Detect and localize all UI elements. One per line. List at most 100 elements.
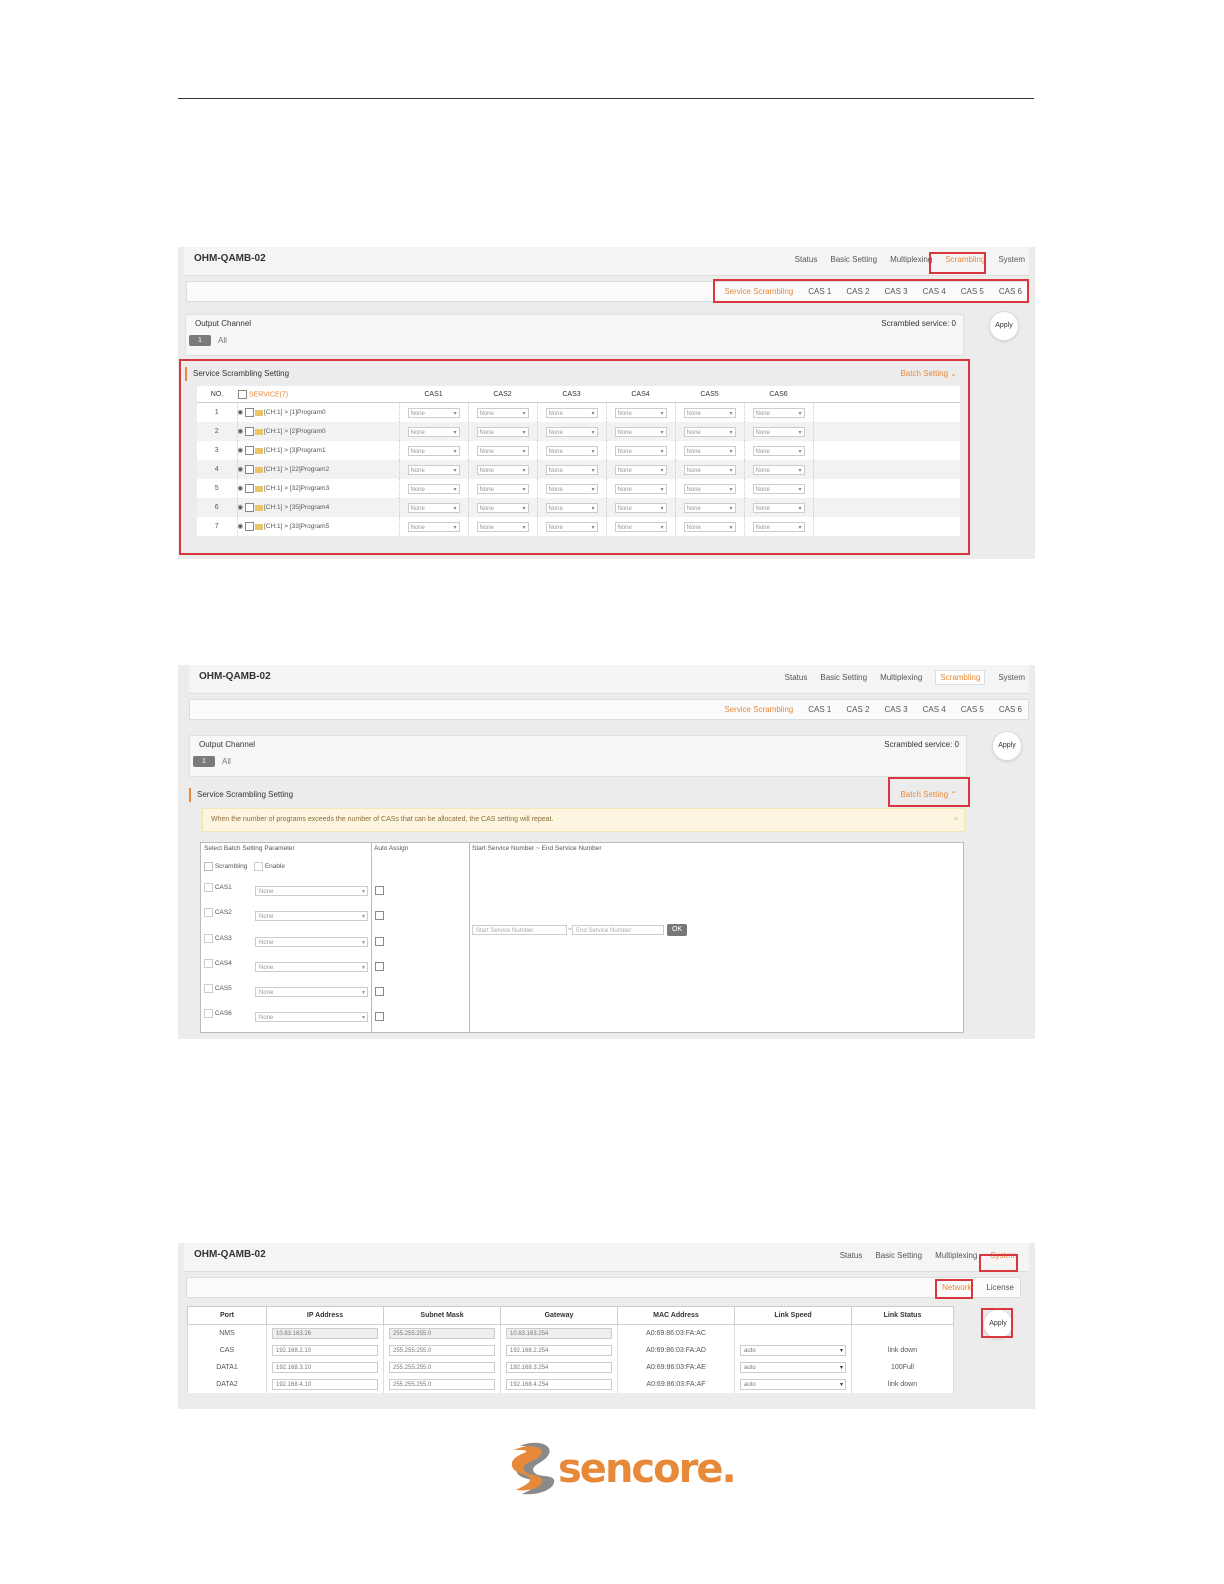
nav-status[interactable]: Status xyxy=(840,1251,863,1260)
sencore-logo: sencore. xyxy=(500,1440,737,1500)
link-speed-select[interactable]: auto xyxy=(740,1362,846,1374)
nav-scrambling[interactable]: Scrambling xyxy=(935,670,986,685)
nav-multiplexing[interactable]: Multiplexing xyxy=(935,1251,977,1260)
channel-all[interactable]: All xyxy=(222,757,231,766)
nav-basic-setting[interactable]: Basic Setting xyxy=(875,1251,922,1260)
batch-cas-select[interactable]: None ▾ xyxy=(255,911,368,921)
tab-cas6[interactable]: CAS 6 xyxy=(999,705,1022,714)
batch-cas-option[interactable]: CAS3 xyxy=(204,934,232,943)
highlight-scrambling-tab xyxy=(929,252,986,274)
mask-input[interactable]: 255.255.255.0 xyxy=(389,1362,495,1373)
channel-chip[interactable]: 1 xyxy=(193,756,215,767)
link-speed-select[interactable]: auto xyxy=(740,1379,846,1391)
nav-basic-setting[interactable]: Basic Setting xyxy=(820,673,867,685)
batch-cas-checkbox[interactable] xyxy=(204,984,213,993)
auto-assign-option[interactable] xyxy=(375,911,384,920)
gateway-input[interactable]: 10.83.163.254 xyxy=(506,1328,612,1339)
ip-input[interactable]: 10.83.163.26 xyxy=(272,1328,378,1339)
gateway-input[interactable]: 192.168.2.254 xyxy=(506,1345,612,1356)
batch-cas-option[interactable]: CAS1 xyxy=(204,883,232,892)
batch-cas-select[interactable]: None ▾ xyxy=(255,962,368,972)
batch-cas-checkbox[interactable] xyxy=(204,908,213,917)
channel-all[interactable]: All xyxy=(218,336,227,345)
ip-input[interactable]: 192.168.3.10 xyxy=(272,1362,378,1373)
auto-assign-option[interactable] xyxy=(375,937,384,946)
batch-cas-select[interactable]: None ▾ xyxy=(255,937,368,947)
tab-service-scrambling[interactable]: Service Scrambling xyxy=(724,705,793,714)
batch-cas-option[interactable]: CAS6 xyxy=(204,1009,232,1018)
enable-checkbox[interactable] xyxy=(254,862,263,871)
auto-assign-checkbox[interactable] xyxy=(375,937,384,946)
screenshot-network: OHM-QAMB-02 Status Basic Setting Multipl… xyxy=(178,1243,1035,1409)
ip-input[interactable]: 192.168.4.10 xyxy=(272,1379,378,1390)
batch-cas-checkbox[interactable] xyxy=(204,883,213,892)
device-title: OHM-QAMB-02 xyxy=(194,253,266,264)
port-cell: DATA1 xyxy=(187,1359,267,1376)
mask-input[interactable]: 255.255.255.0 xyxy=(389,1379,495,1390)
end-service-input[interactable]: End Service Number xyxy=(572,925,664,935)
apply-button[interactable]: Apply xyxy=(992,731,1022,761)
batch-cas-select[interactable]: None ▾ xyxy=(255,886,368,896)
ok-button[interactable]: OK xyxy=(667,924,687,936)
ip-cell: 192.168.3.10 xyxy=(266,1359,384,1376)
mac-cell: A0:69:86:03:FA:AF xyxy=(617,1376,735,1393)
link-status-cell: link down xyxy=(851,1376,954,1393)
channel-chip[interactable]: 1 xyxy=(189,335,211,346)
tab-cas3[interactable]: CAS 3 xyxy=(885,705,908,714)
auto-assign-checkbox[interactable] xyxy=(375,987,384,996)
highlight-apply xyxy=(981,1308,1013,1338)
tab-license[interactable]: License xyxy=(986,1283,1014,1292)
batch-cas-select[interactable]: None ▾ xyxy=(255,987,368,997)
auto-assign-checkbox[interactable] xyxy=(375,886,384,895)
highlight-batch-setting xyxy=(888,777,970,807)
auto-assign-option[interactable] xyxy=(375,886,384,895)
top-bar: OHM-QAMB-02 Status Basic Setting Multipl… xyxy=(184,247,1029,276)
auto-assign-checkbox[interactable] xyxy=(375,962,384,971)
nav-basic-setting[interactable]: Basic Setting xyxy=(830,255,877,264)
tab-cas2[interactable]: CAS 2 xyxy=(846,705,869,714)
start-service-input[interactable]: Start Service Number xyxy=(472,925,567,935)
tab-cas5[interactable]: CAS 5 xyxy=(961,705,984,714)
link-speed-select[interactable]: auto xyxy=(740,1345,846,1357)
scrambling-checkbox[interactable] xyxy=(204,862,213,871)
device-title: OHM-QAMB-02 xyxy=(194,1249,266,1260)
batch-cas-checkbox[interactable] xyxy=(204,934,213,943)
chevron-down-icon: ▾ xyxy=(361,889,365,895)
mac-cell: A0:69:86:03:FA:AD xyxy=(617,1342,735,1359)
ip-input[interactable]: 192.168.2.10 xyxy=(272,1345,378,1356)
batch-cas-option[interactable]: CAS4 xyxy=(204,959,232,968)
tab-cas1[interactable]: CAS 1 xyxy=(808,705,831,714)
enable-option[interactable]: Enable xyxy=(254,862,285,871)
nav-multiplexing[interactable]: Multiplexing xyxy=(890,255,932,264)
link-status-cell: 100Full xyxy=(851,1359,954,1376)
batch-cas-select[interactable]: None ▾ xyxy=(255,1012,368,1022)
nav-status[interactable]: Status xyxy=(795,255,818,264)
auto-assign-checkbox[interactable] xyxy=(375,1012,384,1021)
batch-cas-checkbox[interactable] xyxy=(204,1009,213,1018)
nav-multiplexing[interactable]: Multiplexing xyxy=(880,673,922,685)
mask-input[interactable]: 255.255.255.0 xyxy=(389,1345,495,1356)
batch-cas-checkbox[interactable] xyxy=(204,959,213,968)
auto-assign-checkbox[interactable] xyxy=(375,911,384,920)
scrambling-option[interactable]: Scrambling xyxy=(204,862,247,871)
nav-system[interactable]: System xyxy=(998,673,1025,685)
auto-assign-option[interactable] xyxy=(375,987,384,996)
auto-assign-option[interactable] xyxy=(375,1012,384,1021)
gateway-input[interactable]: 192.168.4.254 xyxy=(506,1379,612,1390)
batch-col2-header: Auto Assign xyxy=(374,845,409,852)
scrambled-service-count: Scrambled service: 0 xyxy=(881,319,956,328)
close-icon[interactable]: × xyxy=(954,809,958,831)
ip-cell: 192.168.2.10 xyxy=(266,1342,384,1359)
header-link-status: Link Status xyxy=(851,1306,954,1325)
auto-assign-option[interactable] xyxy=(375,962,384,971)
tab-cas4[interactable]: CAS 4 xyxy=(923,705,946,714)
batch-cas-option[interactable]: CAS5 xyxy=(204,984,232,993)
nav-system[interactable]: System xyxy=(998,255,1025,264)
speed-cell: auto xyxy=(734,1376,852,1393)
screenshot-service-scrambling: OHM-QAMB-02 Status Basic Setting Multipl… xyxy=(178,247,1035,559)
gateway-input[interactable]: 192.168.3.254 xyxy=(506,1362,612,1373)
nav-status[interactable]: Status xyxy=(785,673,808,685)
apply-button[interactable]: Apply xyxy=(989,311,1019,341)
mask-input[interactable]: 255.255.255.0 xyxy=(389,1328,495,1339)
batch-cas-option[interactable]: CAS2 xyxy=(204,908,232,917)
